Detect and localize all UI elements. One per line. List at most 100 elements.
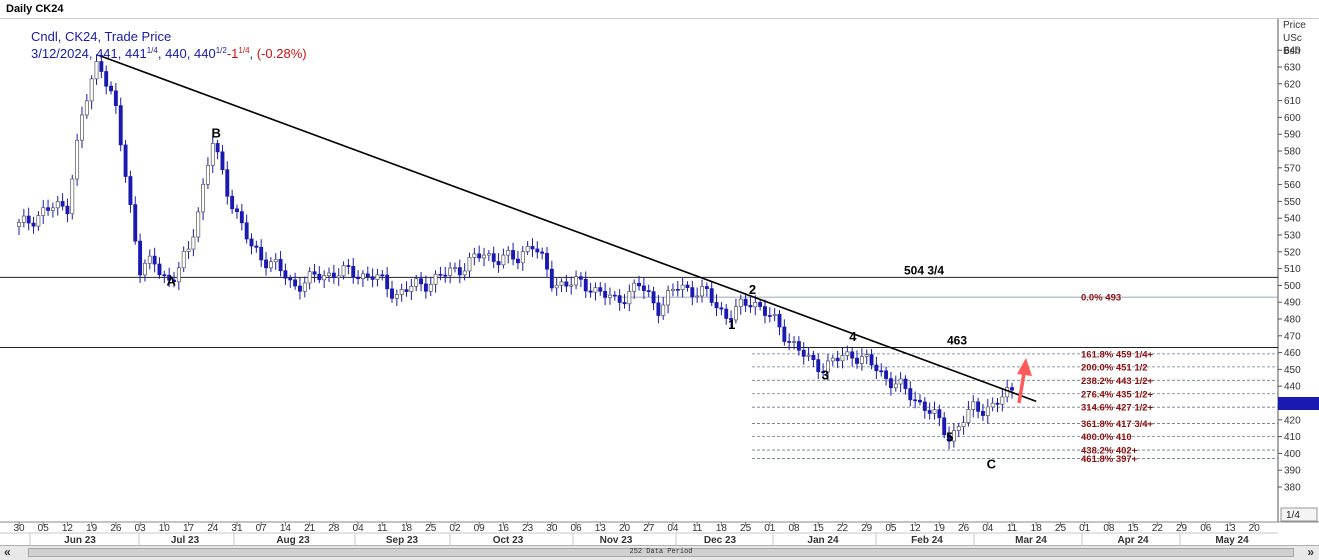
candle-body[interactable] — [888, 378, 893, 389]
candle-body[interactable] — [656, 302, 661, 316]
candle-body[interactable] — [700, 286, 704, 297]
candle-body[interactable] — [210, 143, 215, 166]
candle-body[interactable] — [893, 383, 898, 389]
candle-body[interactable] — [31, 222, 36, 227]
candle-body[interactable] — [293, 279, 298, 287]
candle-body[interactable] — [486, 253, 491, 256]
candle-body[interactable] — [356, 276, 361, 280]
candle-body[interactable] — [535, 248, 540, 253]
candle-body[interactable] — [360, 273, 365, 280]
candle-body[interactable] — [448, 267, 453, 276]
candle-body[interactable] — [215, 143, 220, 153]
candle-body[interactable] — [796, 341, 801, 351]
candle-body[interactable] — [782, 326, 787, 342]
candle-body[interactable] — [501, 254, 506, 266]
candle-body[interactable] — [191, 236, 196, 250]
candle-body[interactable] — [637, 282, 641, 287]
candle-body[interactable] — [50, 207, 55, 211]
candle-body[interactable] — [273, 259, 278, 262]
candle-body[interactable] — [109, 85, 113, 92]
scroll-left-icon[interactable]: « — [4, 545, 11, 559]
candle-body[interactable] — [162, 274, 167, 277]
candle-body[interactable] — [869, 354, 874, 366]
scroll-right-icon[interactable]: » — [1307, 545, 1314, 559]
candle-body[interactable] — [302, 282, 307, 292]
candle-body[interactable] — [743, 298, 748, 306]
candle-body[interactable] — [341, 265, 346, 277]
candle-body[interactable] — [966, 409, 971, 423]
candle-body[interactable] — [627, 291, 632, 305]
candle-body[interactable] — [603, 290, 608, 298]
candle-body[interactable] — [404, 289, 409, 292]
candle-body[interactable] — [477, 253, 482, 259]
candle-body[interactable] — [133, 204, 138, 242]
candle-body[interactable] — [80, 114, 84, 141]
candle-body[interactable] — [249, 238, 254, 247]
candle-body[interactable] — [491, 253, 496, 262]
candle-body[interactable] — [709, 288, 714, 303]
candle-body[interactable] — [128, 176, 133, 205]
candle-body[interactable] — [855, 357, 859, 364]
candle-body[interactable] — [21, 215, 26, 223]
candle-body[interactable] — [690, 287, 695, 298]
candle-body[interactable] — [1005, 387, 1010, 398]
candle-body[interactable] — [375, 274, 380, 280]
candle-body[interactable] — [835, 357, 840, 362]
price-chart[interactable]: 504 3/4 463 0.0% 493 161.8% 459 1/4+ 200.0%… — [0, 0, 1319, 559]
candle-body[interactable] — [608, 294, 612, 298]
candle-body[interactable] — [545, 252, 549, 270]
candle-body[interactable] — [564, 281, 569, 287]
candle-body[interactable] — [1010, 387, 1014, 391]
candle-body[interactable] — [661, 304, 666, 316]
candle-body[interactable] — [670, 288, 675, 291]
candle-body[interactable] — [680, 284, 685, 290]
candle-body[interactable] — [806, 354, 811, 357]
candle-body[interactable] — [176, 267, 181, 283]
candle-body[interactable] — [787, 341, 792, 343]
candle-body[interactable] — [443, 274, 448, 277]
candle-body[interactable] — [331, 272, 336, 278]
candle-body[interactable] — [864, 354, 869, 357]
candle-body[interactable] — [201, 183, 206, 213]
candle-body[interactable] — [666, 290, 671, 306]
candle-body[interactable] — [811, 354, 816, 360]
candle-body[interactable] — [816, 359, 821, 373]
candle-body[interactable] — [99, 61, 104, 72]
candle-body[interactable] — [41, 207, 46, 216]
candle-body[interactable] — [772, 313, 777, 316]
candle-body[interactable] — [981, 411, 985, 416]
candle-body[interactable] — [763, 306, 767, 316]
scroll-thumb[interactable]: 252 Data Period — [28, 548, 1294, 557]
candle-body[interactable] — [840, 355, 845, 362]
candle-body[interactable] — [104, 71, 109, 87]
candle-body[interactable] — [113, 90, 118, 106]
candle-body[interactable] — [414, 278, 419, 287]
candle-body[interactable] — [186, 248, 191, 252]
candle-body[interactable] — [394, 294, 399, 299]
candle-body[interactable] — [94, 61, 99, 80]
candle-body[interactable] — [971, 401, 976, 410]
candle-body[interactable] — [336, 275, 341, 278]
candle-body[interactable] — [55, 201, 60, 209]
candle-body[interactable] — [365, 273, 370, 278]
candle-body[interactable] — [351, 266, 356, 278]
candle-body[interactable] — [380, 274, 385, 277]
candle-body[interactable] — [976, 401, 981, 412]
candle-body[interactable] — [874, 364, 879, 372]
candle-body[interactable] — [530, 246, 535, 250]
candle-body[interactable] — [230, 195, 235, 210]
candle-body[interactable] — [283, 270, 288, 279]
candle-body[interactable] — [714, 302, 719, 309]
candle-body[interactable] — [574, 276, 579, 286]
candle-body[interactable] — [515, 258, 520, 264]
candle-body[interactable] — [123, 144, 128, 177]
candle-body[interactable] — [268, 261, 273, 269]
candle-body[interactable] — [220, 151, 225, 171]
candle-body[interactable] — [327, 272, 331, 276]
page-indicator[interactable]: 1/4 — [1286, 510, 1300, 521]
candle-body[interactable] — [927, 410, 932, 414]
candle-body[interactable] — [578, 276, 583, 280]
candle-body[interactable] — [75, 139, 80, 180]
candle-body[interactable] — [549, 268, 554, 289]
candle-body[interactable] — [719, 307, 724, 310]
